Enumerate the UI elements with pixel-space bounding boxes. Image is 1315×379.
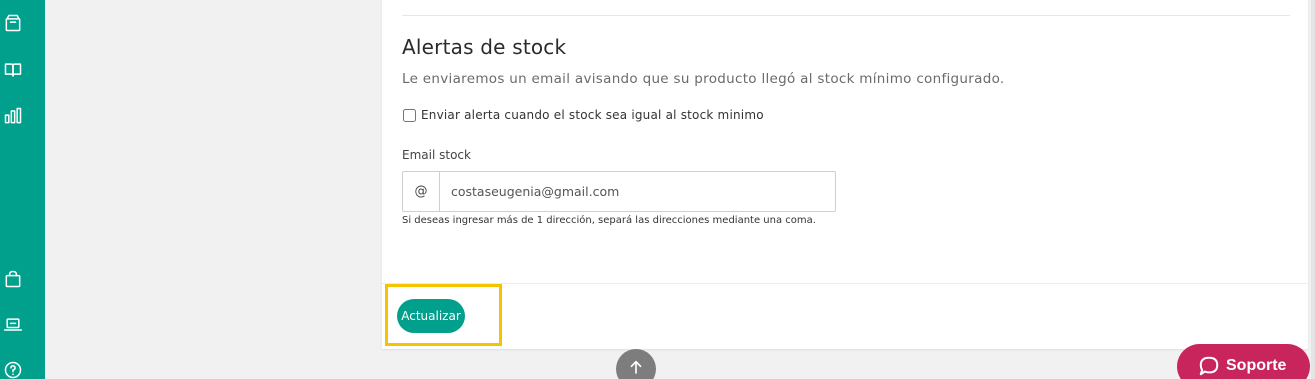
help-circle-icon[interactable] — [2, 359, 24, 379]
scroll-to-top-button[interactable] — [616, 349, 656, 379]
stock-alert-checkbox-label[interactable]: Enviar alerta cuando el stock sea igual … — [421, 108, 764, 122]
book-open-icon[interactable] — [2, 59, 24, 81]
section-title: Alertas de stock — [402, 35, 567, 59]
email-help-text: Si deseas ingresar más de 1 dirección, s… — [402, 215, 816, 226]
bar-chart-icon[interactable] — [2, 105, 24, 127]
box-icon[interactable] — [2, 12, 24, 34]
email-stock-input[interactable] — [440, 172, 835, 211]
stock-alert-checkbox-row: Enviar alerta cuando el stock sea igual … — [402, 108, 764, 122]
email-stock-input-group: @ — [402, 171, 836, 212]
update-button[interactable]: Actualizar — [397, 299, 465, 333]
arrow-up-icon — [630, 360, 642, 374]
shopping-bag-icon[interactable] — [2, 268, 24, 290]
support-button[interactable]: Soporte — [1177, 344, 1310, 379]
footer-divider — [382, 283, 1308, 284]
stock-alert-card: Alertas de stock Le enviaremos un email … — [382, 0, 1308, 349]
top-divider — [402, 15, 1290, 16]
stock-alert-checkbox[interactable] — [403, 108, 416, 122]
support-label: Soporte — [1226, 357, 1287, 374]
laptop-icon[interactable] — [2, 314, 24, 336]
sidebar — [0, 0, 45, 379]
page-scrollbar[interactable] — [1311, 0, 1315, 379]
at-sign-addon: @ — [403, 172, 440, 211]
email-stock-label: Email stock — [402, 148, 471, 162]
section-description: Le enviaremos un email avisando que su p… — [402, 71, 1005, 87]
chat-bubble-icon — [1199, 356, 1219, 376]
